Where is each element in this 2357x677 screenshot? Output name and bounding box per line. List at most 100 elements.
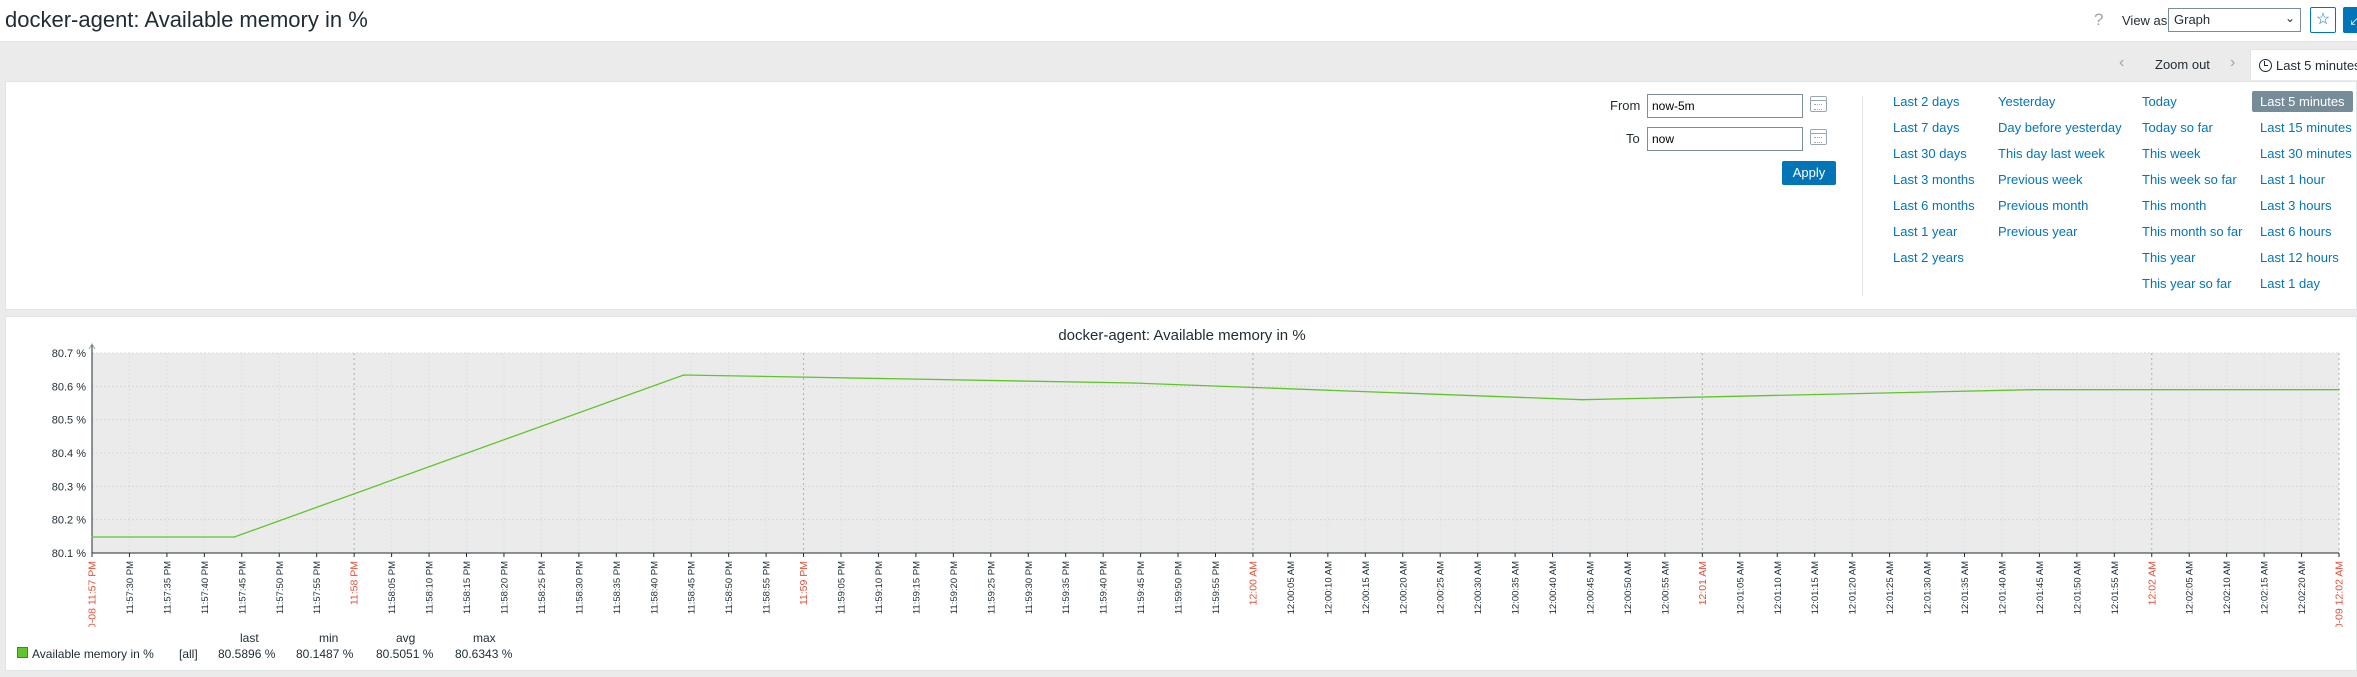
calendar-icon[interactable] (1810, 129, 1827, 145)
quick-range-link[interactable]: Last 6 hours (2260, 224, 2332, 239)
quick-range-link[interactable]: Last 1 hour (2260, 172, 2325, 187)
x-tick-label: 12:00:40 AM (1548, 561, 1559, 614)
y-tick-label: 80.2 % (52, 515, 86, 527)
help-icon[interactable]: ? (2094, 10, 2103, 30)
quick-range-link[interactable]: Last 5 minutes (2252, 91, 2353, 112)
x-tick-label: 12:01:30 AM (1923, 561, 1934, 614)
quick-range-link[interactable]: Day before yesterday (1998, 120, 2122, 135)
x-tick-label: 12:00:55 AM (1660, 561, 1671, 614)
legend-min-value: 80.1487 % (296, 647, 354, 661)
time-navigation: ‹ Zoom out › Last 5 minutes (0, 49, 2357, 80)
quick-range-link[interactable]: Last 30 days (1893, 146, 1967, 161)
quick-range-link[interactable]: This month so far (2142, 224, 2242, 239)
page-header: docker-agent: Available memory in % ? Vi… (0, 0, 2357, 42)
view-as-select[interactable]: Graph ⌄ (2168, 8, 2301, 32)
x-tick-label: 11:58:55 PM (762, 561, 773, 614)
x-tick-label: 11:58:30 PM (574, 561, 585, 614)
legend-header-max: max (473, 631, 496, 645)
apply-button[interactable]: Apply (1782, 161, 1836, 185)
to-input[interactable] (1647, 127, 1803, 151)
quick-range-link[interactable]: Previous week (1998, 172, 2083, 187)
x-tick-label: 11:58:05 PM (387, 561, 398, 614)
time-filter-tab[interactable]: Last 5 minutes (2250, 49, 2357, 80)
x-tick-label: 12:02:05 AM (2185, 561, 2196, 614)
quick-range-link[interactable]: This year (2142, 250, 2195, 265)
graph-chart[interactable]: 80.7 % 80.6 % 80.5 % 80.4 % 80.3 % 80.2 % 80.1… (6, 317, 2357, 627)
zoom-out-button[interactable]: Zoom out (2155, 57, 2210, 72)
quick-range-link[interactable]: Last 3 hours (2260, 198, 2332, 213)
x-tick-label: 11:59:45 PM (1136, 561, 1147, 614)
x-tick-label: 11:59:40 PM (1099, 561, 1110, 614)
x-tick-label: 11:57:40 PM (200, 561, 211, 614)
chevron-down-icon: ⌄ (2284, 11, 2295, 25)
legend-function: [all] (179, 647, 198, 661)
x-tick-label: 11:58:15 PM (462, 561, 473, 614)
quick-range-link[interactable]: Last 6 months (1893, 198, 1975, 213)
view-as-value: Graph (2174, 12, 2211, 27)
divider (1862, 96, 1863, 296)
quick-range-link[interactable]: This year so far (2142, 276, 2232, 291)
x-tick-label: 12:02:10 AM (2222, 561, 2233, 614)
quick-range-link[interactable]: This week (2142, 146, 2201, 161)
x-tick-label: 12:01 AM (1697, 561, 1709, 605)
x-tick-label: 12:00:50 AM (1623, 561, 1634, 614)
x-tick-label: 11:59:15 PM (911, 561, 922, 614)
quick-range-link[interactable]: Last 12 hours (2260, 250, 2339, 265)
view-as-label: View as (2122, 13, 2168, 28)
quick-range-link[interactable]: Last 1 day (2260, 276, 2320, 291)
x-tick-label: 11:59:55 PM (1211, 561, 1222, 614)
from-label: From (1610, 98, 1641, 113)
graph-panel: docker-agent: Available memory in % 80.7… (5, 316, 2357, 671)
x-tick-label: 12:01:20 AM (1848, 561, 1859, 614)
x-tick-label: 10-08 11:57 PM (87, 561, 99, 627)
fullscreen-icon: ⤢ (2349, 11, 2357, 28)
favorite-star-button[interactable]: ☆ (2310, 7, 2336, 33)
x-tick-label: 12:01:40 AM (1997, 561, 2008, 614)
x-tick-label: 12:02 AM (2146, 561, 2158, 605)
x-tick-label: 11:59:30 PM (1024, 561, 1035, 614)
x-tick-label: 11:57:35 PM (162, 561, 173, 614)
quick-range-link[interactable]: Last 2 days (1893, 94, 1960, 109)
quick-range-link[interactable]: Last 7 days (1893, 120, 1960, 135)
quick-range-link[interactable]: Previous year (1998, 224, 2077, 239)
x-tick-label: 12:00:20 AM (1398, 561, 1409, 614)
quick-range-link[interactable]: Last 1 year (1893, 224, 1957, 239)
quick-range-link[interactable]: Previous month (1998, 198, 2088, 213)
x-tick-label: 12:00:15 AM (1361, 561, 1372, 614)
x-tick-label: 11:57:55 PM (312, 561, 323, 614)
legend-last-value: 80.5896 % (218, 647, 276, 661)
x-tick-label: 12:02:15 AM (2260, 561, 2271, 614)
quick-range-link[interactable]: This day last week (1998, 146, 2105, 161)
from-input[interactable] (1647, 94, 1803, 118)
x-tick-label: 11:57:45 PM (237, 561, 248, 614)
legend-max-value: 80.6343 % (455, 647, 513, 661)
quick-range-link[interactable]: Last 2 years (1893, 250, 1964, 265)
quick-range-link[interactable]: This week so far (2142, 172, 2237, 187)
x-tick-label: 11:59:25 PM (986, 561, 997, 614)
quick-range-link[interactable]: Last 15 minutes (2260, 120, 2352, 135)
fullscreen-button[interactable]: ⤢ (2343, 7, 2357, 33)
calendar-icon[interactable] (1810, 96, 1827, 112)
x-tick-label: 12:00:45 AM (1586, 561, 1597, 614)
data-point (233, 536, 236, 538)
quick-range-link[interactable]: Last 30 minutes (2260, 146, 2352, 161)
legend-header-min: min (319, 631, 339, 645)
x-tick-label: 12:00:35 AM (1511, 561, 1522, 614)
legend-avg-value: 80.5051 % (376, 647, 434, 661)
chevron-left-icon[interactable]: ‹ (2119, 54, 2124, 72)
quick-range-link[interactable]: Today so far (2142, 120, 2213, 135)
y-tick-label: 80.4 % (52, 448, 86, 460)
time-filter-panel: From To Apply Last 2 days Last 7 days Last… (5, 81, 2357, 310)
quick-range-link[interactable]: Today (2142, 94, 2177, 109)
x-tick-label: 12:01:15 AM (1810, 561, 1821, 614)
x-tick-label: 11:57:30 PM (125, 561, 136, 614)
y-tick-label: 80.1 % (52, 548, 86, 560)
quick-range-link[interactable]: Yesterday (1998, 94, 2055, 109)
x-tick-label: 12:01:55 AM (2110, 561, 2121, 614)
quick-range-link[interactable]: Last 3 months (1893, 172, 1975, 187)
quick-range-link[interactable]: This month (2142, 198, 2206, 213)
x-tick-label: 11:59:50 PM (1174, 561, 1185, 614)
data-point (91, 536, 93, 538)
chevron-right-icon[interactable]: › (2230, 54, 2235, 72)
x-tick-label: 12:00:10 AM (1323, 561, 1334, 614)
